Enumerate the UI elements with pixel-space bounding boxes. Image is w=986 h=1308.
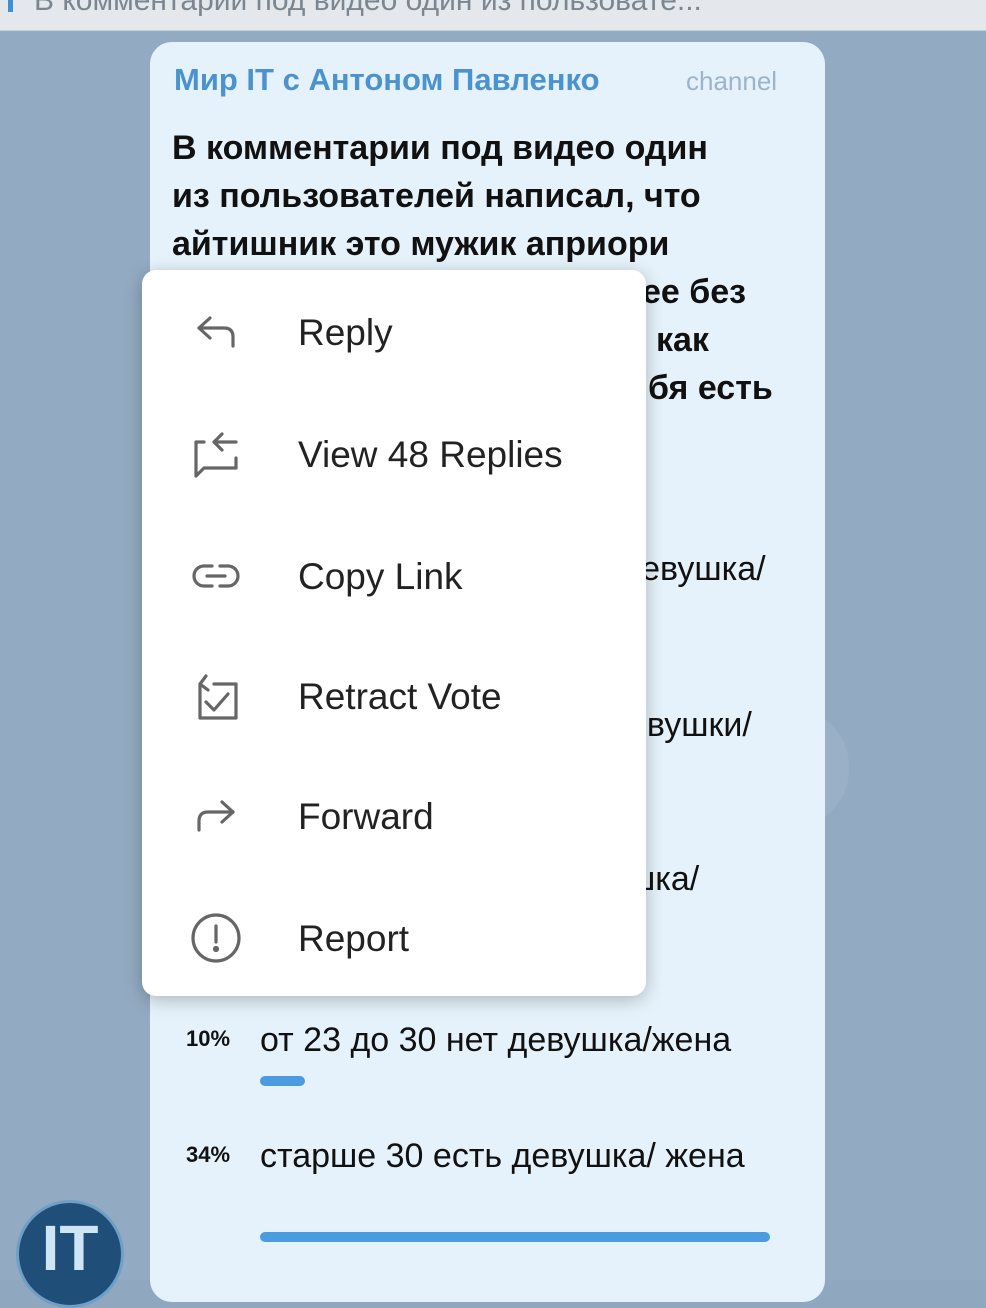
report-icon	[190, 912, 242, 964]
pinned-message-bar[interactable]: В комментарии под видео один из пользова…	[0, 0, 986, 31]
menu-item-label: Retract Vote	[298, 676, 502, 717]
channel-badge: channel	[686, 66, 778, 96]
link-icon	[190, 550, 242, 602]
menu-item-forward[interactable]: Forward	[142, 766, 646, 866]
context-menu: Reply View 48 Replies Copy Link Retract …	[142, 270, 646, 996]
menu-item-label: Forward	[298, 796, 434, 837]
replies-icon	[190, 428, 242, 480]
message-line: из пользователей написал, что	[172, 177, 701, 215]
menu-item-label: Copy Link	[298, 556, 463, 597]
channel-avatar[interactable]: IT	[16, 1200, 124, 1308]
poll-option[interactable]: 34% старше 30 есть девушка/ жена	[172, 1134, 812, 1254]
poll-option-bar	[260, 1232, 770, 1242]
message-line: айтишник это мужик априори	[172, 225, 670, 263]
poll-option-label: старше 30 есть девушка/ жена	[260, 1137, 745, 1175]
pinned-accent	[8, 0, 13, 12]
menu-item-copy-link[interactable]: Copy Link	[142, 526, 646, 626]
poll-option-fragment: евушки/	[628, 706, 752, 744]
poll-option-percent: 10%	[186, 1026, 231, 1051]
poll-option-label: от 23 до 30 нет девушка/жена	[260, 1021, 732, 1059]
reply-icon	[190, 306, 242, 358]
menu-item-retract-vote[interactable]: Retract Vote	[142, 646, 646, 746]
avatar-initials: IT	[41, 1212, 99, 1284]
forward-icon	[190, 790, 242, 842]
poll-option-percent: 34%	[186, 1142, 231, 1167]
menu-item-label: Report	[298, 918, 410, 959]
menu-item-reply[interactable]: Reply	[142, 282, 646, 382]
message-line: В комментарии под видео один	[172, 129, 708, 167]
pinned-message-text: В комментарии под видео один из пользова…	[34, 0, 702, 17]
poll-option-bar	[260, 1076, 305, 1086]
poll-option[interactable]: 10% от 23 до 30 нет девушка/жена	[172, 1018, 812, 1098]
menu-item-report[interactable]: Report	[142, 888, 646, 988]
retract-vote-icon	[190, 670, 242, 722]
menu-item-label: Reply	[298, 312, 393, 353]
channel-name[interactable]: Мир IT с Антоном Павленко	[174, 62, 600, 98]
menu-item-label: View 48 Replies	[298, 434, 563, 475]
menu-item-view-replies[interactable]: View 48 Replies	[142, 404, 646, 504]
